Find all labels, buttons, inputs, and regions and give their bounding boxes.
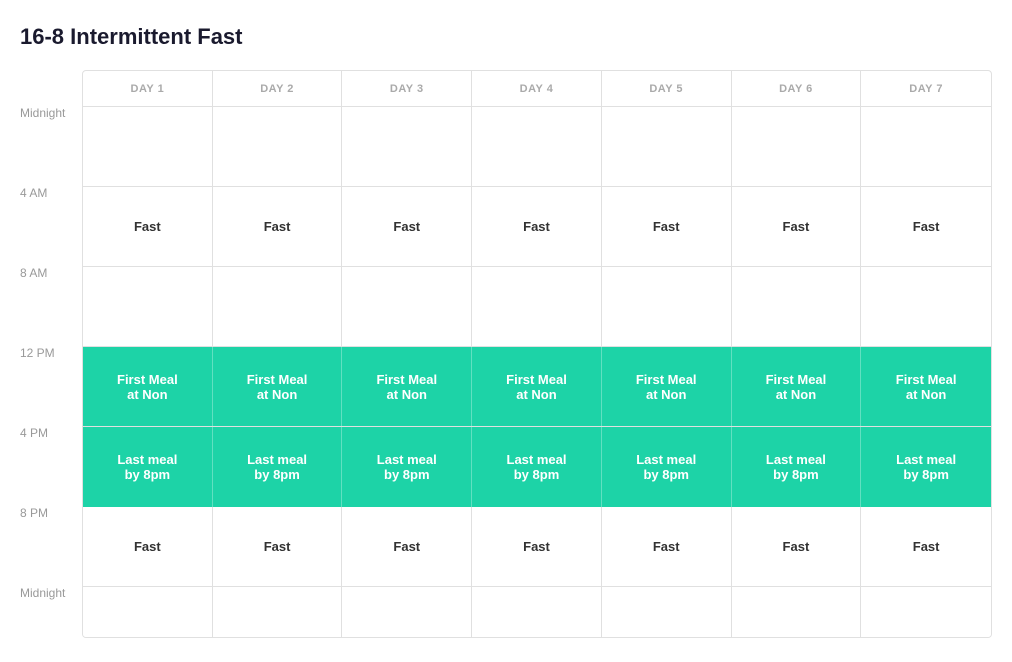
cell-d2-8pm: Fast (213, 507, 343, 586)
time-label-4pm: 4 PM (20, 426, 82, 506)
cell-d1-midnight-bottom (83, 587, 213, 637)
cell-d5-12pm: First Mealat Non (602, 347, 732, 426)
cell-d4-8pm: Fast (472, 507, 602, 586)
time-label-4am: 4 AM (20, 186, 82, 266)
cell-d1-4am: Fast (83, 187, 213, 266)
cell-d3-8am (342, 267, 472, 346)
cell-d5-8pm: Fast (602, 507, 732, 586)
day-header-1: DAY 1 (83, 71, 213, 106)
cell-d7-midnight-bottom (861, 587, 991, 637)
cell-d2-12pm: First Mealat Non (213, 347, 343, 426)
time-label-12pm: 12 PM (20, 346, 82, 426)
cell-d5-4am: Fast (602, 187, 732, 266)
time-label-8pm: 8 PM (20, 506, 82, 586)
cell-d6-8am (732, 267, 862, 346)
cell-d4-4am: Fast (472, 187, 602, 266)
cell-d5-midnight-bottom (602, 587, 732, 637)
row-8pm: Fast Fast Fast Fast Fast Fast Fast (83, 507, 991, 587)
cell-d3-midnight-bottom (342, 587, 472, 637)
cell-d5-8am (602, 267, 732, 346)
cell-d4-midnight-bottom (472, 587, 602, 637)
day-header-4: DAY 4 (472, 71, 602, 106)
cell-d4-8am (472, 267, 602, 346)
cell-d2-midnight-bottom (213, 587, 343, 637)
cell-d3-4am: Fast (342, 187, 472, 266)
row-midnight-top (83, 107, 991, 187)
cell-d1-8am (83, 267, 213, 346)
day-header-3: DAY 3 (342, 71, 472, 106)
main-grid: DAY 1 DAY 2 DAY 3 DAY 4 DAY 5 DAY 6 DAY … (82, 70, 992, 638)
cell-d6-midnight-top (732, 107, 862, 186)
cell-d7-12pm: First Mealat Non (861, 347, 991, 426)
cell-d1-12pm: First Mealat Non (83, 347, 213, 426)
cell-d4-12pm: First Mealat Non (472, 347, 602, 426)
row-12pm: First Mealat Non First Mealat Non First … (83, 347, 991, 427)
cell-d4-4pm: Last mealby 8pm (472, 427, 602, 507)
time-label-8am: 8 AM (20, 266, 82, 346)
cell-d5-midnight-top (602, 107, 732, 186)
time-label-midnight-bottom: Midnight (20, 586, 82, 636)
cell-d7-8am (861, 267, 991, 346)
cell-d5-4pm: Last mealby 8pm (602, 427, 732, 507)
chart-wrapper: Midnight 4 AM 8 AM 12 PM 4 PM 8 PM Midni… (20, 70, 992, 638)
cell-d7-8pm: Fast (861, 507, 991, 586)
cell-d6-midnight-bottom (732, 587, 862, 637)
cell-d3-midnight-top (342, 107, 472, 186)
cell-d7-midnight-top (861, 107, 991, 186)
row-8am (83, 267, 991, 347)
cell-d6-8pm: Fast (732, 507, 862, 586)
cell-d2-4am: Fast (213, 187, 343, 266)
cell-d2-8am (213, 267, 343, 346)
rows-container: Fast Fast Fast Fast Fast Fast Fast Fi (83, 107, 991, 637)
cell-d7-4am: Fast (861, 187, 991, 266)
day-header-5: DAY 5 (602, 71, 732, 106)
row-4am: Fast Fast Fast Fast Fast Fast Fast (83, 187, 991, 267)
time-labels: Midnight 4 AM 8 AM 12 PM 4 PM 8 PM Midni… (20, 70, 82, 638)
row-4pm: Last mealby 8pm Last mealby 8pm Last mea… (83, 427, 991, 507)
day-headers: DAY 1 DAY 2 DAY 3 DAY 4 DAY 5 DAY 6 DAY … (83, 71, 991, 107)
cell-d1-8pm: Fast (83, 507, 213, 586)
cell-d2-4pm: Last mealby 8pm (213, 427, 343, 507)
day-header-2: DAY 2 (213, 71, 343, 106)
cell-d6-4pm: Last mealby 8pm (732, 427, 862, 507)
day-header-6: DAY 6 (732, 71, 862, 106)
row-midnight-bottom (83, 587, 991, 637)
cell-d2-midnight-top (213, 107, 343, 186)
cell-d3-8pm: Fast (342, 507, 472, 586)
cell-d7-4pm: Last mealby 8pm (861, 427, 991, 507)
cell-d6-12pm: First Mealat Non (732, 347, 862, 426)
day-header-7: DAY 7 (861, 71, 991, 106)
cell-d6-4am: Fast (732, 187, 862, 266)
cell-d1-4pm: Last mealby 8pm (83, 427, 213, 507)
page-title: 16-8 Intermittent Fast (20, 24, 992, 50)
cell-d3-4pm: Last mealby 8pm (342, 427, 472, 507)
cell-d1-midnight-top (83, 107, 213, 186)
cell-d3-12pm: First Mealat Non (342, 347, 472, 426)
time-label-midnight: Midnight (20, 106, 82, 186)
cell-d4-midnight-top (472, 107, 602, 186)
